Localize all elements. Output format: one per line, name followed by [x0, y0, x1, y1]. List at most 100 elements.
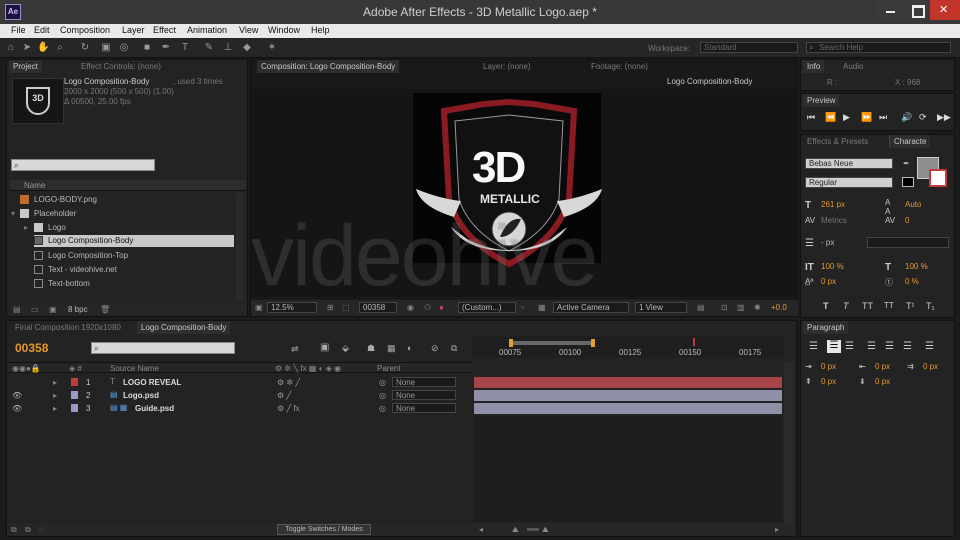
- last-frame-icon[interactable]: ⏭: [879, 112, 887, 123]
- camera-tool-icon[interactable]: ▣: [100, 42, 112, 54]
- region-of-interest-icon[interactable]: ▫: [521, 303, 524, 312]
- resolution-select[interactable]: (Custom...): [458, 302, 516, 313]
- channels-icon[interactable]: ●: [439, 303, 444, 312]
- kerning-value[interactable]: Metrics: [821, 216, 847, 225]
- new-composition-icon[interactable]: ▣: [49, 305, 57, 314]
- draft-3d-icon[interactable]: ⬙: [342, 343, 349, 354]
- workspace-select[interactable]: Standard: [700, 42, 798, 53]
- new-folder-icon[interactable]: ▭: [31, 305, 39, 314]
- layer-switches[interactable]: ⚙ ╱ fx: [277, 404, 300, 413]
- indent-right-value[interactable]: 0 px: [875, 362, 890, 371]
- tab-preview[interactable]: Preview: [803, 94, 840, 107]
- play-icon[interactable]: ▶: [843, 112, 850, 123]
- leading-value[interactable]: Auto: [905, 200, 921, 209]
- eye-icon[interactable]: 👁: [12, 391, 22, 400]
- stroke-color-swatch[interactable]: [929, 169, 947, 187]
- zoom-select[interactable]: 12.5%: [267, 302, 317, 313]
- zoom-in-icon[interactable]: ⛰: [542, 525, 549, 535]
- next-frame-icon[interactable]: ⏩: [861, 112, 872, 123]
- eraser-tool-icon[interactable]: ◆: [241, 42, 253, 54]
- align-center-icon[interactable]: ☰: [827, 340, 841, 353]
- brainstorm-icon[interactable]: ⧉: [451, 343, 457, 354]
- faux-bold-button[interactable]: T: [823, 301, 829, 311]
- pan-behind-tool-icon[interactable]: ◎: [118, 42, 130, 54]
- search-help-input[interactable]: Search Help: [806, 42, 951, 53]
- first-frame-icon[interactable]: ⏮: [807, 112, 815, 123]
- parent-select[interactable]: None: [392, 403, 456, 413]
- work-area-start-handle[interactable]: [509, 339, 513, 347]
- pen-tool-icon[interactable]: ✒: [160, 42, 172, 54]
- column-source-name[interactable]: Source Name: [110, 364, 159, 373]
- menu-effect[interactable]: Effect: [153, 25, 176, 35]
- zoom-slider[interactable]: [527, 528, 539, 531]
- snapshot-icon[interactable]: ◉: [407, 303, 414, 312]
- transparency-grid-icon[interactable]: ▦: [538, 303, 546, 312]
- switches-icon[interactable]: ⧉: [25, 525, 31, 535]
- fast-previews-icon[interactable]: ⊡: [721, 303, 728, 312]
- rectangle-tool-icon[interactable]: ■: [141, 42, 153, 54]
- graph-editor-icon[interactable]: ⊘: [431, 343, 439, 354]
- vertical-scale-value[interactable]: 100 %: [821, 262, 844, 271]
- tab-effect-controls[interactable]: Effect Controls: (none): [77, 60, 165, 73]
- menu-animation[interactable]: Animation: [187, 25, 227, 35]
- menu-help[interactable]: Help: [311, 25, 330, 35]
- list-item[interactable]: ▸ Logo: [10, 221, 234, 234]
- close-button[interactable]: [930, 0, 960, 20]
- exposure-value[interactable]: +0.0: [771, 303, 787, 312]
- justify-all-icon[interactable]: ☰: [925, 341, 934, 352]
- mask-toggle-icon[interactable]: ⬚: [342, 303, 350, 312]
- exposure-icon[interactable]: ✺: [754, 303, 761, 312]
- table-row[interactable]: ▸ 1 T LOGO REVEAL ⚙ ✲ ╱ ◎ None: [7, 376, 473, 389]
- scroll-right-icon[interactable]: ▸: [775, 525, 779, 534]
- layer-switches[interactable]: ⚙ ╱: [277, 391, 291, 400]
- zoom-out-icon[interactable]: ⛰: [512, 525, 519, 535]
- menu-file[interactable]: File: [11, 25, 26, 35]
- list-item[interactable]: Text-bottom: [10, 277, 234, 290]
- eye-icon[interactable]: 👁: [12, 404, 22, 413]
- column-parent[interactable]: Parent: [377, 364, 401, 373]
- small-caps-button[interactable]: TT: [884, 301, 894, 310]
- list-item-selected[interactable]: Logo Composition-Body: [34, 235, 234, 247]
- parent-select[interactable]: None: [392, 390, 456, 400]
- delete-icon[interactable]: 🗑: [100, 305, 110, 314]
- menu-composition[interactable]: Composition: [60, 25, 110, 35]
- prev-frame-icon[interactable]: ⏪: [825, 112, 836, 123]
- bpc-label[interactable]: 8 bpc: [68, 305, 88, 314]
- font-family-select[interactable]: Bebas Neue: [805, 158, 893, 169]
- parent-pickwhip-icon[interactable]: ◎: [379, 391, 386, 400]
- project-search-input[interactable]: [11, 159, 155, 171]
- timeline-scrollbar[interactable]: [784, 362, 794, 524]
- clone-stamp-tool-icon[interactable]: ⊥: [222, 42, 234, 54]
- horizontal-scale-value[interactable]: 100 %: [905, 262, 928, 271]
- menu-window[interactable]: Window: [268, 25, 300, 35]
- tsume-value[interactable]: 0 %: [905, 277, 919, 286]
- frame-blending-icon[interactable]: ▦: [387, 343, 396, 354]
- tab-paragraph[interactable]: Paragraph: [803, 321, 849, 334]
- layer-duration-bar[interactable]: [474, 377, 782, 388]
- audio-icon[interactable]: 🔊: [901, 112, 912, 123]
- expand-icon[interactable]: ▸: [53, 404, 57, 413]
- brush-tool-icon[interactable]: ✎: [203, 42, 215, 54]
- comp-mini-flowchart-icon[interactable]: ⇌: [291, 344, 299, 355]
- chevron-down-icon[interactable]: ▾: [11, 209, 15, 218]
- ram-preview-icon[interactable]: ▶▶: [937, 112, 951, 123]
- render-queue-icon[interactable]: ⧉: [11, 525, 17, 535]
- parent-select[interactable]: None: [392, 377, 456, 387]
- current-frame-field[interactable]: 00358: [359, 302, 397, 313]
- toggle-pixel-aspect-icon[interactable]: ▤: [697, 303, 705, 312]
- tracking-value[interactable]: 0: [905, 216, 909, 225]
- font-style-select[interactable]: Regular: [805, 177, 893, 188]
- justify-right-icon[interactable]: ☰: [903, 341, 912, 352]
- breadcrumb-active[interactable]: Logo Composition-Body: [667, 77, 752, 86]
- list-item[interactable]: ▾ Placeholder: [10, 207, 234, 220]
- hand-tool-icon[interactable]: ✋: [37, 42, 49, 54]
- tab-project[interactable]: Project: [9, 60, 42, 73]
- layer-name[interactable]: Logo.psd: [123, 391, 159, 400]
- time-ruler[interactable]: 00075 00100 00125 00150 00175: [473, 336, 783, 358]
- label-color-swatch[interactable]: [71, 391, 78, 399]
- stroke-type-select[interactable]: [867, 237, 949, 248]
- tab-info[interactable]: Info: [803, 60, 825, 73]
- layer-switches[interactable]: ⚙ ✲ ╱: [277, 378, 300, 387]
- tab-logo-composition[interactable]: Logo Composition-Body: [137, 321, 231, 334]
- selection-tool-icon[interactable]: ➤: [21, 42, 33, 54]
